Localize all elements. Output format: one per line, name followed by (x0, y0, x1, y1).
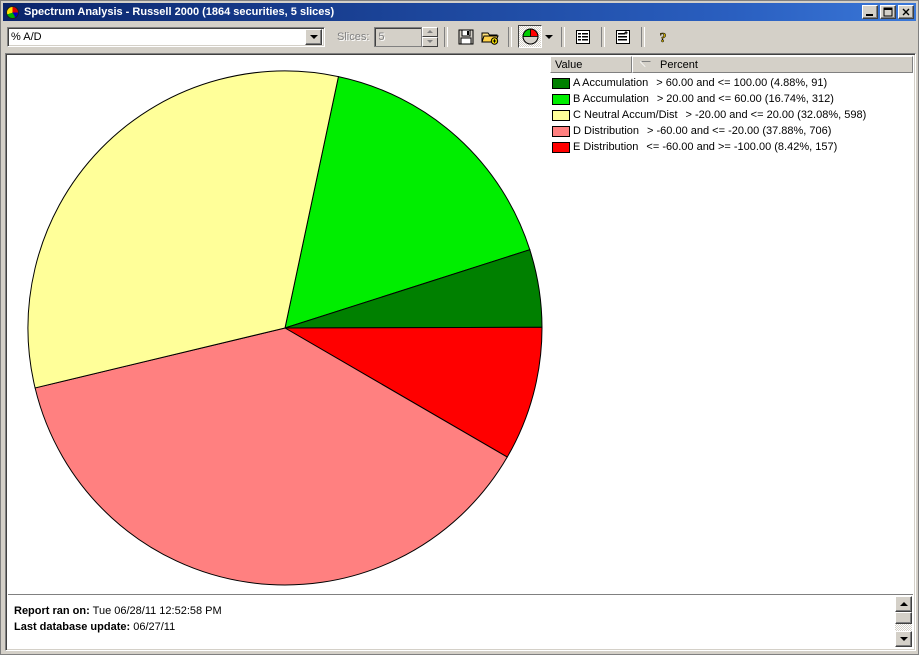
scrollbar-thumb[interactable] (895, 612, 912, 624)
list-add-icon (616, 29, 631, 44)
chevron-down-icon[interactable] (305, 28, 322, 45)
floppy-disk-icon (458, 29, 474, 44)
legend-row-list: A Accumulation > 60.00 and <= 100.00 (4.8… (550, 73, 913, 155)
pie-chart (8, 56, 552, 594)
report-ran-line: Report ran on: Tue 06/28/11 12:52:58 PM (14, 603, 222, 619)
slices-input[interactable]: 5 (374, 26, 423, 47)
legend-column-percent-label: Percent (660, 58, 698, 71)
slices-spin-buttons[interactable] (422, 26, 439, 47)
title-bar: Spectrum Analysis - Russell 2000 (1864 s… (3, 3, 916, 21)
pie-slice-group (27, 70, 543, 586)
metric-select[interactable]: % A/D (7, 26, 325, 47)
footer-scrollbar[interactable] (895, 596, 912, 647)
maximize-button[interactable] (880, 5, 896, 19)
legend-row[interactable]: B Accumulation > 20.00 and <= 60.00 (16.7… (550, 91, 913, 107)
list-view-icon (576, 29, 591, 44)
report-content: Value Percent A Accumulation > 60.00 and … (5, 53, 916, 651)
legend-row-description: > -20.00 and <= 20.00 (32.08%, 598) (685, 109, 867, 121)
legend-row-description: > 20.00 and <= 60.00 (16.74%, 312) (656, 93, 834, 105)
close-button[interactable] (898, 5, 914, 19)
spinner-down-icon[interactable] (422, 36, 439, 47)
legend-row-description: > 60.00 and <= 100.00 (4.88%, 91) (656, 77, 828, 89)
legend-row-description: <= -60.00 and >= -100.00 (8.42%, 157) (646, 141, 838, 153)
question-mark-icon: ? (660, 30, 668, 45)
legend-row[interactable]: C Neutral Accum/Dist > -20.00 and <= 20.0… (550, 107, 913, 123)
slices-stepper[interactable]: 5 (374, 26, 439, 47)
legend-row-name: A Accumulation (573, 77, 649, 89)
spectrum-analysis-window: Spectrum Analysis - Russell 2000 (1864 s… (0, 0, 919, 655)
legend-row[interactable]: E Distribution <= -60.00 and >= -100.00 (… (550, 139, 913, 155)
toolbar-separator (601, 26, 606, 47)
legend-color-swatch (552, 93, 570, 105)
legend-color-swatch (552, 77, 570, 89)
legend-color-swatch (552, 125, 570, 137)
window-controls (862, 5, 915, 19)
legend-row-name: C Neutral Accum/Dist (573, 109, 678, 121)
legend-header-row: Value Percent (550, 56, 913, 73)
last-update-line: Last database update: 06/27/11 (14, 619, 222, 635)
legend-row-description: > -60.00 and <= -20.00 (37.88%, 706) (647, 125, 832, 137)
toolbar-separator (641, 26, 646, 47)
legend-row[interactable]: D Distribution > -60.00 and <= -20.00 (37… (550, 123, 913, 139)
svg-text:?: ? (660, 31, 667, 45)
legend-column-percent[interactable]: Percent (632, 56, 913, 73)
report-view-button[interactable] (571, 25, 595, 48)
report-ran-label: Report ran on: (14, 605, 90, 617)
sort-descending-icon (641, 62, 651, 67)
legend-row[interactable]: A Accumulation > 60.00 and <= 100.00 (4.8… (550, 75, 913, 91)
legend-row-name: E Distribution (573, 141, 639, 153)
folder-add-icon (481, 32, 500, 45)
minimize-button[interactable] (862, 5, 878, 19)
chart-type-dropdown[interactable] (542, 25, 555, 48)
open-add-button[interactable] (478, 25, 502, 48)
chart-type-button[interactable] (518, 25, 543, 48)
app-pie-chart-icon (5, 5, 21, 20)
legend-row-name: B Accumulation (573, 93, 649, 105)
toolbar-separator (561, 26, 566, 47)
scroll-down-button[interactable] (895, 631, 912, 647)
pie-chart-svg (27, 70, 543, 586)
toolbar-separator (444, 26, 449, 47)
save-button[interactable] (454, 25, 478, 48)
legend-color-swatch (552, 109, 570, 121)
metric-select-value: % A/D (11, 30, 42, 43)
slices-label: Slices: (337, 30, 370, 43)
scroll-up-button[interactable] (895, 596, 912, 612)
add-report-button[interactable] (611, 25, 635, 48)
report-ran-value: Tue 06/28/11 12:52:58 PM (92, 605, 222, 617)
footer-text: Report ran on: Tue 06/28/11 12:52:58 PM … (14, 603, 222, 635)
legend-row-name: D Distribution (573, 125, 640, 137)
legend-panel: Value Percent A Accumulation > 60.00 and … (550, 56, 913, 594)
toolbar: % A/D Slices: 5 ? (3, 22, 916, 51)
report-footer: Report ran on: Tue 06/28/11 12:52:58 PM … (8, 594, 913, 648)
legend-column-value[interactable]: Value (550, 56, 632, 73)
legend-color-swatch (552, 141, 570, 153)
help-button[interactable]: ? (651, 25, 675, 48)
pie-chart-icon (522, 28, 539, 45)
spinner-up-icon[interactable] (422, 26, 439, 37)
window-title: Spectrum Analysis - Russell 2000 (1864 s… (24, 6, 335, 18)
last-update-value: 06/27/11 (133, 621, 176, 633)
toolbar-separator (508, 26, 513, 47)
last-update-label: Last database update: (14, 621, 131, 633)
